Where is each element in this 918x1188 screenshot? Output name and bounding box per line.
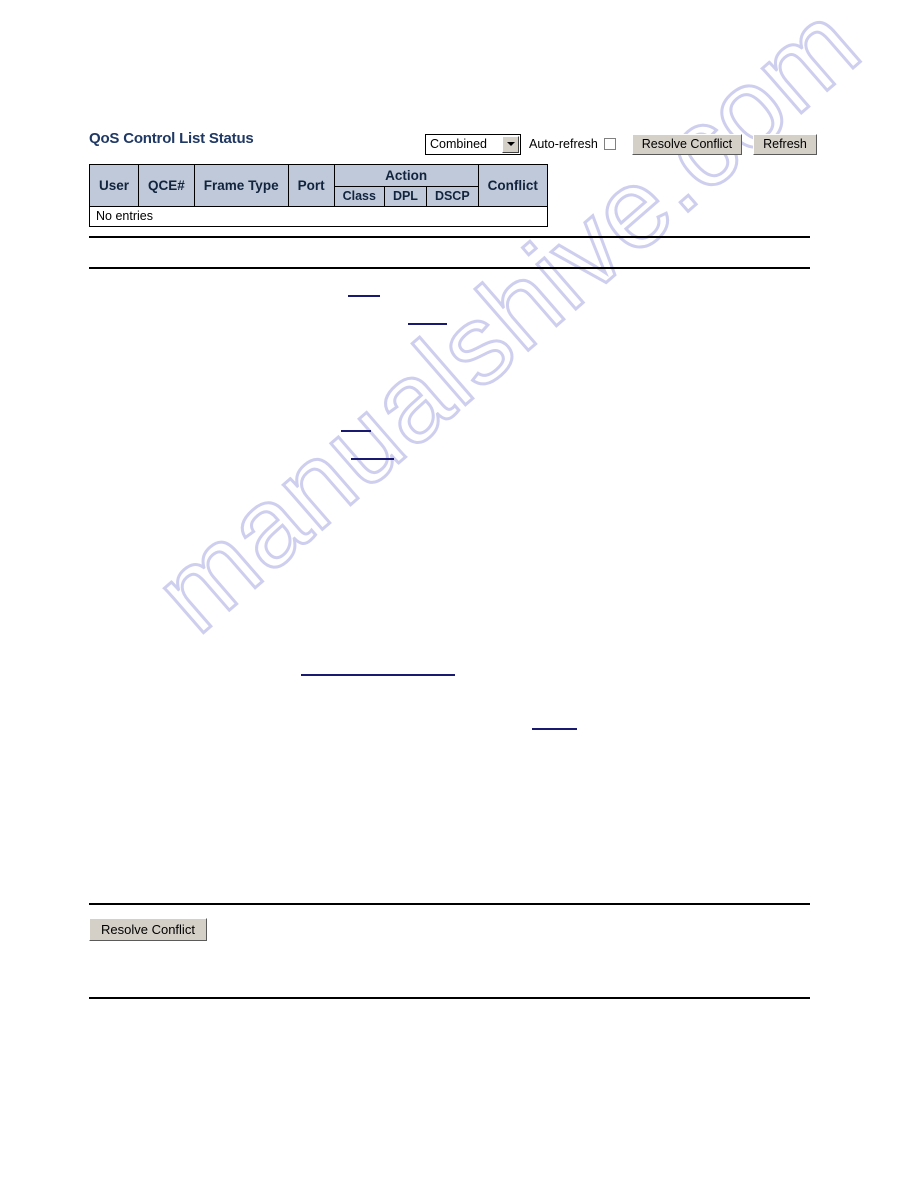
inline-link[interactable] <box>408 311 447 325</box>
qos-status-toolbar: Combined Auto-refresh Resolve Conflict R… <box>425 132 817 156</box>
column-header-dscp: DSCP <box>425 186 479 207</box>
resolve-conflict-button-top[interactable]: Resolve Conflict <box>631 133 743 155</box>
table-head: User QCE# Frame Type Port Action Conflic… <box>88 164 548 207</box>
inline-link[interactable] <box>351 446 394 460</box>
column-group-header-action: Action <box>333 164 479 187</box>
column-header-conflict: Conflict <box>477 164 548 207</box>
column-header-user: User <box>88 164 140 207</box>
table-body: No entries <box>89 206 548 227</box>
footer-actions: Resolve Conflict <box>89 918 207 941</box>
section-divider-1 <box>89 236 810 238</box>
resolve-conflict-button-bottom[interactable]: Resolve Conflict <box>89 918 207 941</box>
table-header-row-1: User QCE# Frame Type Port Action Conflic… <box>88 164 548 207</box>
column-header-frame-type: Frame Type <box>193 164 289 207</box>
column-header-dpl: DPL <box>383 186 427 207</box>
auto-refresh-checkbox[interactable] <box>603 138 616 150</box>
column-header-port: Port <box>287 164 335 207</box>
column-header-qce: QCE# <box>138 164 195 207</box>
inline-link[interactable] <box>341 418 371 432</box>
inline-link[interactable] <box>348 283 380 297</box>
inline-link[interactable] <box>532 716 577 730</box>
qos-control-list-status-table: User QCE# Frame Type Port Action Conflic… <box>88 164 548 227</box>
section-divider-2 <box>89 267 810 269</box>
qos-user-mode-value: Combined <box>430 137 487 151</box>
table-empty-row: No entries <box>89 206 548 227</box>
auto-refresh-label: Auto-refresh <box>529 137 598 151</box>
document-page: QoS Control List Status Combined Auto-re… <box>0 0 918 1188</box>
column-header-class: Class <box>333 186 385 207</box>
qos-user-mode-select[interactable]: Combined <box>425 133 521 155</box>
inline-link[interactable] <box>301 662 455 676</box>
page-title: QoS Control List Status <box>89 130 254 147</box>
chevron-down-icon[interactable] <box>502 135 519 153</box>
section-divider-4 <box>89 997 810 999</box>
section-divider-3 <box>89 903 810 905</box>
no-entries-message: No entries <box>89 206 548 227</box>
refresh-button[interactable]: Refresh <box>753 133 817 155</box>
